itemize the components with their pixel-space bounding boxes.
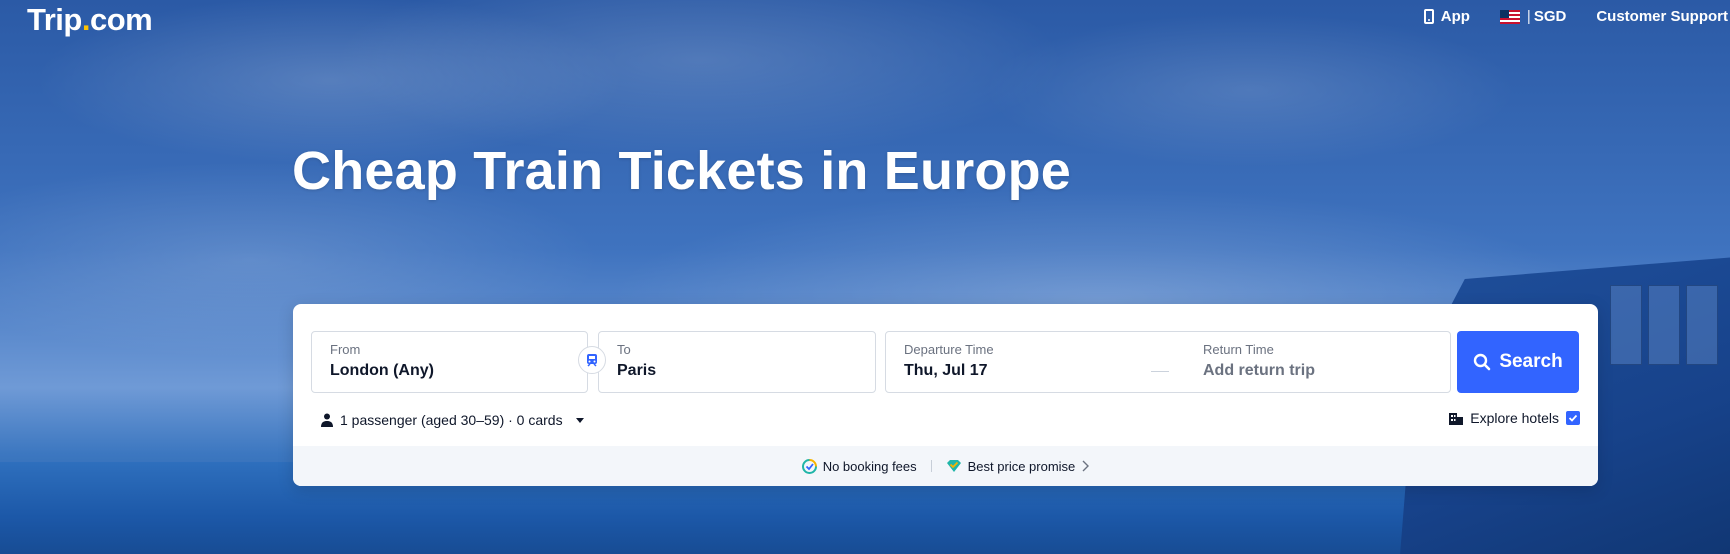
from-value: London (Any) xyxy=(330,362,434,379)
explore-hotels-label: Explore hotels xyxy=(1470,410,1559,426)
currency-label: SGD xyxy=(1533,8,1567,25)
no-booking-fees-badge: No booking fees xyxy=(801,458,917,474)
passenger-summary: 1 passenger (aged 30–59) · 0 cards xyxy=(340,412,563,428)
phone-icon xyxy=(1423,9,1434,24)
train-window xyxy=(1686,285,1718,365)
check-icon xyxy=(1568,414,1578,422)
swap-stations-button[interactable] xyxy=(578,346,606,374)
search-button[interactable]: Search xyxy=(1457,331,1579,393)
currency-separator: | xyxy=(1526,8,1531,25)
train-window xyxy=(1610,285,1642,365)
explore-hotels-toggle[interactable]: Explore hotels xyxy=(1449,410,1580,426)
customer-support-label: Customer Support xyxy=(1596,8,1728,25)
best-price-promise-link[interactable]: Best price promise xyxy=(946,459,1090,474)
divider xyxy=(930,460,932,472)
return-placeholder[interactable]: Add return trip xyxy=(1203,362,1315,380)
departure-label: Departure Time xyxy=(904,342,994,357)
train-icon xyxy=(587,354,597,367)
no-booking-fees-label: No booking fees xyxy=(822,458,917,474)
person-icon xyxy=(321,413,333,427)
departure-value: Thu, Jul 17 xyxy=(904,362,988,379)
logo-tld: com xyxy=(89,2,153,37)
shield-check-icon xyxy=(801,458,817,474)
search-icon xyxy=(1474,353,1491,371)
return-label: Return Time xyxy=(1203,342,1274,357)
promise-strip: No booking fees Best price promise xyxy=(293,446,1598,486)
to-label: To xyxy=(617,342,631,357)
date-divider xyxy=(1151,371,1169,372)
site-logo[interactable]: Trip. com xyxy=(27,2,153,38)
to-field[interactable]: To Paris xyxy=(598,331,876,393)
logo-dot: . xyxy=(81,2,91,37)
best-price-promise-label: Best price promise xyxy=(967,458,1076,474)
app-link[interactable]: App xyxy=(1423,8,1470,25)
customer-support-link[interactable]: Customer Support xyxy=(1596,8,1728,25)
search-card: From London (Any) To Paris Departure Tim… xyxy=(293,304,1598,486)
app-label: App xyxy=(1440,8,1470,25)
page-title: Cheap Train Tickets in Europe xyxy=(292,141,1072,201)
explore-hotels-checkbox[interactable] xyxy=(1566,411,1580,425)
chevron-right-icon xyxy=(1082,460,1090,472)
chevron-down-icon xyxy=(575,417,584,423)
hotel-icon xyxy=(1449,413,1464,425)
date-field[interactable]: Departure Time Thu, Jul 17 Return Time A… xyxy=(885,331,1451,393)
us-flag-icon xyxy=(1499,9,1520,24)
to-value: Paris xyxy=(617,362,657,379)
currency-selector[interactable]: | SGD xyxy=(1499,8,1567,25)
top-navigation: App | SGD Customer Support xyxy=(1423,8,1728,25)
passenger-selector[interactable]: 1 passenger (aged 30–59) · 0 cards xyxy=(321,412,584,428)
from-label: From xyxy=(330,342,361,357)
logo-text: Trip xyxy=(27,2,82,37)
from-field[interactable]: From London (Any) xyxy=(311,331,588,393)
search-button-label: Search xyxy=(1499,351,1563,372)
train-window xyxy=(1648,285,1680,365)
diamond-check-icon xyxy=(946,460,961,472)
